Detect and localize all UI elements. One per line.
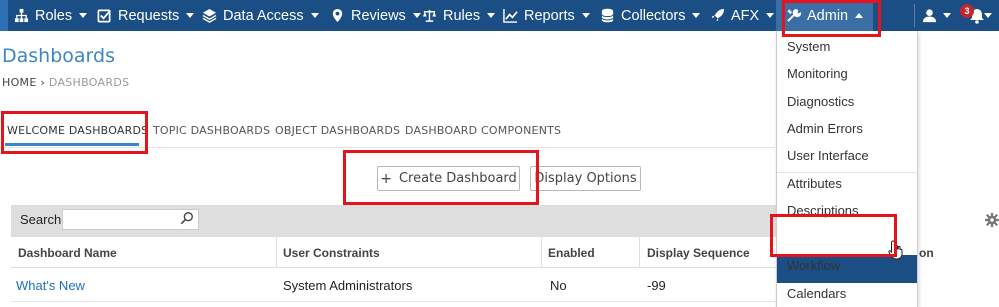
- menu-item-dashboards[interactable]: Dashboards: [787, 231, 857, 246]
- menu-item-descriptions[interactable]: Descriptions: [787, 203, 859, 218]
- menu-item-attributes[interactable]: Attributes: [787, 176, 842, 191]
- chevron-down-icon: [581, 13, 590, 18]
- nav-item-admin[interactable]: Admin: [776, 0, 874, 31]
- nav-item-rules[interactable]: Rules: [422, 0, 496, 31]
- nav-item-afx[interactable]: AFX: [710, 0, 775, 31]
- chevron-down-icon: [79, 13, 88, 18]
- top-nav-bar: Roles Requests Data Access Reviews Rules…: [0, 0, 999, 31]
- chevron-down-icon: [943, 13, 951, 18]
- chevron-up-icon: [855, 13, 864, 18]
- column-separator: [276, 237, 277, 268]
- search-label: Search:: [20, 212, 65, 227]
- user-icon: [922, 9, 937, 23]
- column-header-dashboard-name[interactable]: Dashboard Name: [18, 246, 117, 260]
- tab-topic-dashboards[interactable]: TOPIC DASHBOARDS: [153, 124, 270, 137]
- menu-item-system[interactable]: System: [787, 39, 830, 54]
- plus-icon: +: [380, 170, 392, 187]
- nav-item-reports[interactable]: Reports: [503, 0, 590, 31]
- nav-item-reviews[interactable]: Reviews: [330, 0, 421, 31]
- hand-cursor-icon: [888, 240, 903, 260]
- page-title: Dashboards: [2, 45, 115, 67]
- column-separator: [541, 237, 542, 268]
- chevron-down-icon: [310, 13, 319, 18]
- display-options-button[interactable]: Display Options: [530, 166, 641, 191]
- breadcrumb-separator: ›: [40, 76, 46, 89]
- sitemap-icon: [14, 8, 29, 23]
- tabs-divider: [0, 147, 775, 148]
- nav-label-afx: AFX: [731, 7, 760, 24]
- breadcrumb-current: DASHBOARDS: [48, 76, 130, 89]
- tools-icon: [787, 8, 801, 22]
- nav-label-roles: Roles: [35, 7, 73, 24]
- nav-label-requests: Requests: [118, 7, 180, 24]
- map-marker-icon: [332, 8, 343, 23]
- search-icon[interactable]: [180, 211, 194, 225]
- column-separator: [639, 237, 640, 268]
- menu-item-calendars[interactable]: Calendars: [787, 286, 846, 301]
- user-menu[interactable]: [922, 0, 951, 31]
- rocket-icon: [711, 8, 725, 22]
- menu-item-admin-errors[interactable]: Admin Errors: [787, 121, 863, 136]
- chevron-down-icon: [412, 13, 421, 18]
- menu-item-monitoring[interactable]: Monitoring: [787, 66, 848, 81]
- menu-item-user-interface[interactable]: User Interface: [787, 148, 869, 163]
- nav-label-reports: Reports: [524, 7, 575, 24]
- notification-badge: 3: [960, 4, 974, 18]
- nav-item-requests[interactable]: Requests: [97, 0, 195, 31]
- nav-left-edge: [0, 0, 8, 31]
- checkbox-icon: [97, 9, 111, 23]
- chevron-down-icon: [984, 13, 992, 18]
- dashboard-name-link[interactable]: What's New: [16, 278, 85, 293]
- tab-object-dashboards[interactable]: OBJECT DASHBOARDS: [275, 124, 400, 137]
- nav-separator: [914, 4, 915, 27]
- display-sequence-cell: -99: [647, 278, 666, 293]
- enabled-cell: No: [550, 278, 567, 293]
- chevron-down-icon: [186, 13, 195, 18]
- active-tab-indicator: [5, 143, 139, 146]
- gear-icon[interactable]: [985, 213, 999, 227]
- breadcrumb: HOME › DASHBOARDS: [2, 76, 129, 89]
- nav-label-collectors: Collectors: [621, 7, 686, 24]
- tab-dashboard-components[interactable]: DASHBOARD COMPONENTS: [405, 124, 561, 137]
- user-constraints-cell: System Administrators: [283, 278, 413, 293]
- layers-icon: [202, 8, 217, 23]
- nav-label-admin: Admin: [807, 7, 849, 24]
- menu-item-diagnostics[interactable]: Diagnostics: [787, 94, 854, 109]
- menu-item-workflow[interactable]: Workflow: [787, 258, 840, 273]
- nav-item-roles[interactable]: Roles: [14, 0, 88, 31]
- nav-label-data-access: Data Access: [223, 7, 304, 24]
- column-header-partial: on: [919, 246, 934, 260]
- balance-scale-icon: [422, 9, 437, 22]
- nav-label-rules: Rules: [443, 7, 481, 24]
- nav-item-collectors[interactable]: Collectors: [600, 0, 701, 31]
- admin-dropdown-menu: System Monitoring Diagnostics Admin Erro…: [776, 31, 918, 307]
- search-input[interactable]: [62, 209, 199, 230]
- chevron-down-icon: [766, 13, 775, 18]
- bar-chart-icon: [503, 8, 518, 23]
- tab-welcome-dashboards[interactable]: WELCOME DASHBOARDS: [7, 124, 148, 137]
- column-header-user-constraints[interactable]: User Constraints: [283, 246, 380, 260]
- chevron-down-icon: [692, 13, 701, 18]
- create-dashboard-label: Create Dashboard: [398, 171, 517, 186]
- create-dashboard-button[interactable]: + Create Dashboard: [377, 166, 520, 191]
- breadcrumb-home[interactable]: HOME: [2, 76, 37, 89]
- nav-label-reviews: Reviews: [351, 7, 406, 24]
- database-icon: [601, 8, 614, 23]
- menu-divider: [777, 172, 917, 173]
- nav-item-data-access[interactable]: Data Access: [202, 0, 319, 31]
- chevron-down-icon: [487, 13, 496, 18]
- table-row-divider: [11, 301, 776, 302]
- column-header-display-sequence[interactable]: Display Sequence: [647, 246, 750, 260]
- column-header-enabled[interactable]: Enabled: [548, 246, 595, 260]
